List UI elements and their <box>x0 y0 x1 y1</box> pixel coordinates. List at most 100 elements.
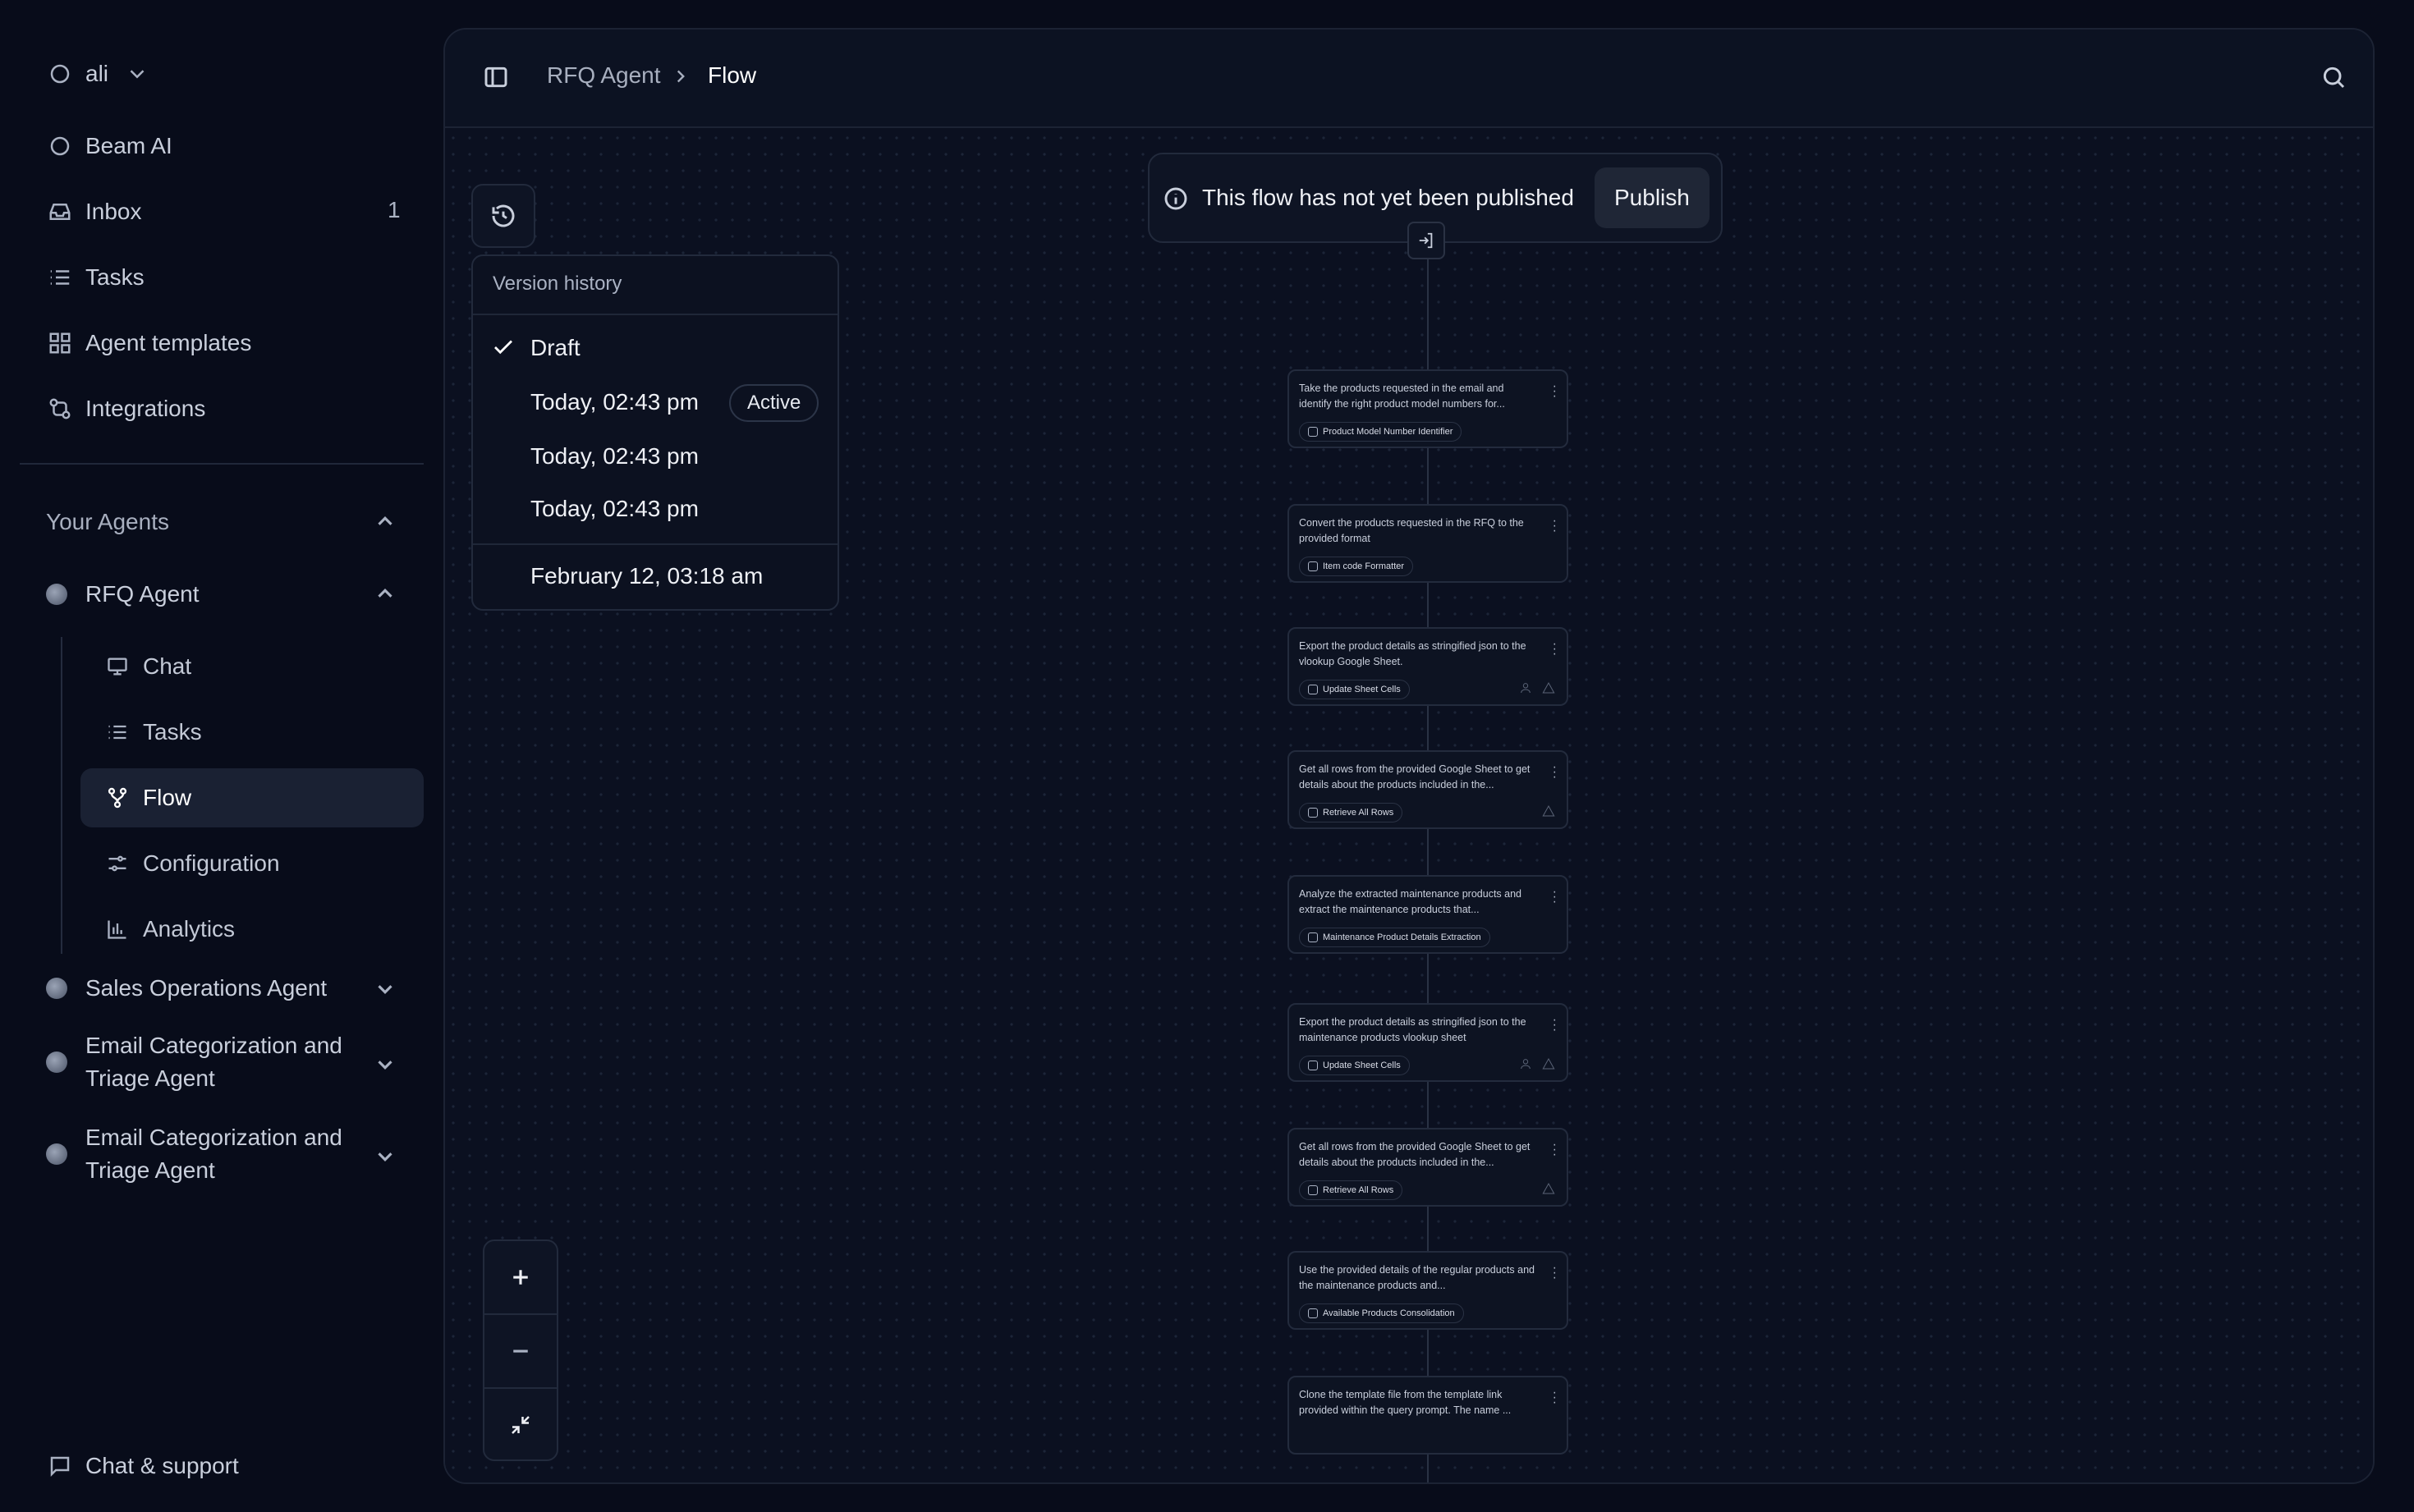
grid-icon <box>46 329 74 357</box>
tool-icon <box>1308 1185 1318 1195</box>
tool-pill: Update Sheet Cells <box>1299 1056 1410 1075</box>
agent-email-categorization[interactable]: Email Categorization and Triage Agent <box>46 1121 358 1187</box>
nav-label: Integrations <box>85 396 206 421</box>
tool-name: Product Model Number Identifier <box>1323 427 1453 437</box>
flow-node-description: Get all rows from the provided Google Sh… <box>1299 763 1531 790</box>
agent-rfq[interactable]: RFQ Agent <box>46 578 415 611</box>
agent-avatar <box>46 978 67 999</box>
version-item[interactable]: February 12, 03:18 am <box>530 563 763 589</box>
search-icon[interactable] <box>2320 64 2350 94</box>
subnav-tasks[interactable]: Tasks <box>80 703 424 762</box>
chevron-down-icon[interactable] <box>373 1052 397 1077</box>
tool-pill: Item code Formatter <box>1299 557 1414 576</box>
agent-sales-operations[interactable]: Sales Operations Agent <box>46 972 415 1005</box>
bar-chart-icon <box>105 917 130 942</box>
minus-icon[interactable] <box>484 1315 557 1387</box>
tool-name: Retrieve All Rows <box>1323 1185 1394 1195</box>
version-item[interactable]: Today, 02:43 pm <box>530 443 699 470</box>
more-vertical-icon[interactable]: · · · <box>1553 1386 1557 1409</box>
chevron-up-icon[interactable] <box>373 581 397 606</box>
list-icon <box>46 263 74 291</box>
more-vertical-icon[interactable]: · · · <box>1553 761 1557 784</box>
beam-logo-icon <box>46 132 74 160</box>
tool-name: Item code Formatter <box>1323 561 1405 571</box>
more-vertical-icon[interactable]: · · · <box>1553 380 1557 403</box>
minimize-icon[interactable] <box>484 1389 557 1461</box>
chevron-down-icon[interactable] <box>373 1144 397 1169</box>
chevron-down-icon <box>123 60 151 88</box>
check-icon <box>491 335 516 364</box>
warning-icon <box>1542 1057 1555 1070</box>
more-vertical-icon[interactable]: · · · <box>1553 1139 1557 1161</box>
user-icon <box>1519 681 1532 694</box>
more-vertical-icon[interactable]: · · · <box>1553 638 1557 661</box>
flow-node-description: Convert the products requested in the RF… <box>1299 517 1524 544</box>
more-vertical-icon[interactable]: · · · <box>1553 1262 1557 1285</box>
tool-icon <box>1308 932 1318 942</box>
active-badge: Active <box>729 384 819 422</box>
top-bar: RFQ Agent Flow <box>445 30 2373 128</box>
tool-pill: Retrieve All Rows <box>1299 803 1403 822</box>
publish-button[interactable]: Publish <box>1595 167 1710 228</box>
version-item[interactable]: Today, 02:43 pm <box>530 496 699 522</box>
flow-node[interactable]: Get all rows from the provided Google Sh… <box>1287 750 1568 829</box>
workspace-name: ali <box>85 61 109 86</box>
workspace-logo-icon <box>46 60 74 88</box>
chat-support-link[interactable]: Chat & support <box>46 1443 239 1489</box>
tool-pill: Maintenance Product Details Extraction <box>1299 928 1490 947</box>
sidebar-toggle-icon[interactable] <box>483 64 512 94</box>
agent-avatar <box>46 1052 67 1073</box>
more-vertical-icon[interactable]: · · · <box>1553 886 1557 909</box>
inbox-icon <box>46 198 74 226</box>
flow-node-description: Use the provided details of the regular … <box>1299 1264 1535 1291</box>
warning-icon <box>1542 1182 1555 1195</box>
subnav-configuration[interactable]: Configuration <box>80 834 424 893</box>
breadcrumb-current: Flow <box>708 62 757 88</box>
version-item[interactable]: Today, 02:43 pm <box>530 389 699 415</box>
nav-integrations[interactable]: Integrations <box>46 386 205 432</box>
nav-agent-templates[interactable]: Agent templates <box>46 320 251 366</box>
more-vertical-icon[interactable]: · · · <box>1553 515 1557 538</box>
history-icon[interactable] <box>471 184 535 248</box>
flow-node[interactable]: Analyze the extracted maintenance produc… <box>1287 875 1568 954</box>
flow-node[interactable]: Take the products requested in the email… <box>1287 369 1568 448</box>
flow-node[interactable]: Clone the template file from the templat… <box>1287 1376 1568 1455</box>
flow-node[interactable]: Use the provided details of the regular … <box>1287 1251 1568 1330</box>
flow-node[interactable]: Convert the products requested in the RF… <box>1287 504 1568 583</box>
flow-icon <box>105 786 130 810</box>
subnav-analytics[interactable]: Analytics <box>80 900 424 959</box>
flow-node-description: Export the product details as stringifie… <box>1299 1016 1526 1043</box>
panel-divider <box>473 543 838 545</box>
flow-node-description: Get all rows from the provided Google Sh… <box>1299 1141 1531 1168</box>
tool-name: Maintenance Product Details Extraction <box>1323 932 1481 942</box>
flow-node-description: Export the product details as stringifie… <box>1299 640 1526 667</box>
agent-email-categorization[interactable]: Email Categorization and Triage Agent <box>46 1029 358 1095</box>
login-icon[interactable] <box>1407 222 1445 259</box>
more-vertical-icon[interactable]: · · · <box>1553 1014 1557 1037</box>
nav-tasks[interactable]: Tasks <box>46 254 145 300</box>
subnav-flow[interactable]: Flow <box>80 768 424 827</box>
nav-inbox[interactable]: Inbox <box>46 189 142 235</box>
nav-beam-ai[interactable]: Beam AI <box>46 123 172 169</box>
chevron-up-icon[interactable] <box>373 509 397 534</box>
nav-label: Beam AI <box>85 133 172 158</box>
flow-node[interactable]: Export the product details as stringifie… <box>1287 627 1568 706</box>
breadcrumb-parent[interactable]: RFQ Agent <box>547 62 661 89</box>
version-draft[interactable]: Draft <box>530 335 581 361</box>
plus-icon[interactable] <box>484 1241 557 1313</box>
tool-icon <box>1308 561 1318 571</box>
tool-icon <box>1308 1308 1318 1318</box>
version-history-title: Version history <box>493 273 622 295</box>
tool-pill: Available Products Consolidation <box>1299 1304 1464 1323</box>
message-icon <box>46 1452 74 1480</box>
flow-canvas[interactable]: Version history Draft Today, 02:43 pm Ac… <box>445 130 2373 1482</box>
subnav-chat[interactable]: Chat <box>80 637 424 696</box>
user-icon <box>1519 1057 1532 1070</box>
flow-node[interactable]: Export the product details as stringifie… <box>1287 1003 1568 1082</box>
flow-node[interactable]: Get all rows from the provided Google Sh… <box>1287 1128 1568 1207</box>
version-history-panel: Version history Draft Today, 02:43 pm Ac… <box>471 254 839 611</box>
agent-name: RFQ Agent <box>85 581 200 607</box>
workspace-switcher[interactable]: ali <box>46 51 163 97</box>
flow-node-description: Clone the template file from the templat… <box>1299 1389 1512 1416</box>
chevron-down-icon[interactable] <box>373 977 397 1001</box>
